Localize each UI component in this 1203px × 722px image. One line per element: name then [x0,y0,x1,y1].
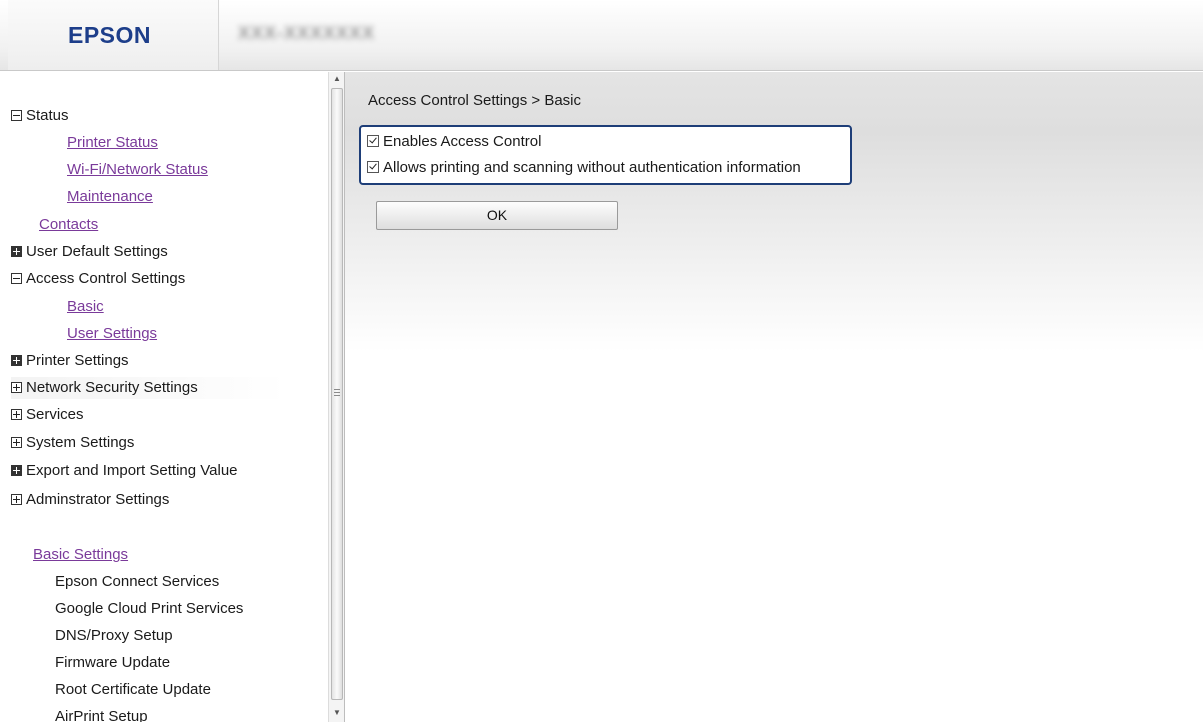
sidebar-item-dns-proxy-setup[interactable]: DNS/Proxy Setup [55,625,173,647]
sidebar-item-label: System Settings [26,434,135,451]
epson-logo: EPSON [68,22,152,48]
access-control-options: Enables Access Control Allows printing a… [359,125,852,185]
sidebar-item-maintenance[interactable]: Maintenance [67,186,153,208]
sidebar-item-export-import-setting-value[interactable]: Export and Import Setting Value [11,460,238,482]
enable-access-control-option[interactable]: Enables Access Control [367,131,541,153]
sidebar: Status Printer Status Wi-Fi/Network Stat… [8,72,342,722]
sidebar-item-label: Root Certificate Update [55,681,211,698]
expand-icon[interactable] [11,355,22,366]
sidebar-item-label: DNS/Proxy Setup [55,627,173,644]
allow-unauthenticated-printing-option[interactable]: Allows printing and scanning without aut… [367,157,801,179]
option-label: Enables Access Control [383,133,542,150]
sidebar-item-label: Epson Connect Services [55,573,220,590]
scroll-down-arrow-icon[interactable]: ▼ [329,706,345,720]
sidebar-item-contacts[interactable]: Contacts [39,214,98,236]
expand-icon[interactable] [11,494,22,505]
sidebar-item-label: AirPrint Setup [55,708,148,722]
sidebar-item-network-security-settings[interactable]: Network Security Settings [11,377,287,399]
sidebar-item-status[interactable]: Status [11,105,69,127]
basic-settings-link[interactable]: Basic Settings [33,546,128,563]
option-label: Allows printing and scanning without aut… [383,159,801,176]
sidebar-item-label: Network Security Settings [26,379,198,396]
sidebar-item-printer-status[interactable]: Printer Status [67,132,158,154]
sidebar-item-label: Services [26,406,84,423]
header-bar: EPSON XXX-XXXXXXX [0,0,1203,71]
scrollbar-thumb[interactable] [331,88,343,700]
sidebar-item-administrator-settings[interactable]: Adminstrator Settings [11,489,169,511]
sidebar-item-printer-settings[interactable]: Printer Settings [11,350,129,372]
sidebar-link-label[interactable]: Contacts [39,216,98,233]
sidebar-item-services[interactable]: Services [11,404,84,426]
sidebar-link-label[interactable]: Printer Status [67,134,158,151]
collapse-icon[interactable] [11,273,22,284]
sidebar-item-label: Google Cloud Print Services [55,600,244,617]
sidebar-link-label[interactable]: Wi-Fi/Network Status [67,161,208,178]
basic-settings-heading[interactable]: Basic Settings [33,544,128,566]
sidebar-item-wifi-network-status[interactable]: Wi-Fi/Network Status [67,159,208,181]
sidebar-item-label: Printer Settings [26,352,129,369]
scroll-up-arrow-icon[interactable]: ▲ [329,72,345,86]
sidebar-link-label[interactable]: Maintenance [67,188,153,205]
expand-icon[interactable] [11,409,22,420]
breadcrumb: Access Control Settings > Basic [368,92,582,109]
sidebar-item-label: Export and Import Setting Value [26,462,238,479]
sidebar-item-google-cloud-print-services[interactable]: Google Cloud Print Services [55,598,243,620]
sidebar-item-user-settings[interactable]: User Settings [67,323,157,345]
sidebar-item-root-certificate-update[interactable]: Root Certificate Update [55,679,211,701]
sidebar-item-label: Adminstrator Settings [26,491,170,508]
sidebar-item-firmware-update[interactable]: Firmware Update [55,652,170,674]
sidebar-link-label[interactable]: User Settings [67,325,157,342]
sidebar-item-user-default-settings[interactable]: User Default Settings [11,241,168,263]
collapse-icon[interactable] [11,110,22,121]
main-content: Access Control Settings > Basic Enables … [345,72,1203,722]
expand-icon[interactable] [11,382,22,393]
sidebar-item-label: Firmware Update [55,654,171,671]
expand-icon[interactable] [11,465,22,476]
enable-access-control-checkbox[interactable] [367,135,379,147]
sidebar-item-label: Access Control Settings [26,270,186,287]
sidebar-item-system-settings[interactable]: System Settings [11,432,134,454]
sidebar-item-access-control-settings[interactable]: Access Control Settings [11,268,185,290]
sidebar-item-epson-connect-services[interactable]: Epson Connect Services [55,571,219,593]
brand-area: EPSON [8,0,219,70]
allow-unauthenticated-printing-checkbox[interactable] [367,161,379,173]
scrollbar-grip-icon [334,389,340,398]
expand-icon[interactable] [11,246,22,257]
sidebar-item-label: Status [26,107,69,124]
sidebar-link-label[interactable]: Basic [67,298,104,315]
printer-model-name: XXX-XXXXXXX [238,23,376,43]
sidebar-item-basic[interactable]: Basic [67,296,104,318]
ok-button[interactable]: OK [376,201,618,230]
sidebar-item-airprint-setup[interactable]: AirPrint Setup [55,706,148,722]
expand-icon[interactable] [11,437,22,448]
sidebar-item-label: User Default Settings [26,243,168,260]
